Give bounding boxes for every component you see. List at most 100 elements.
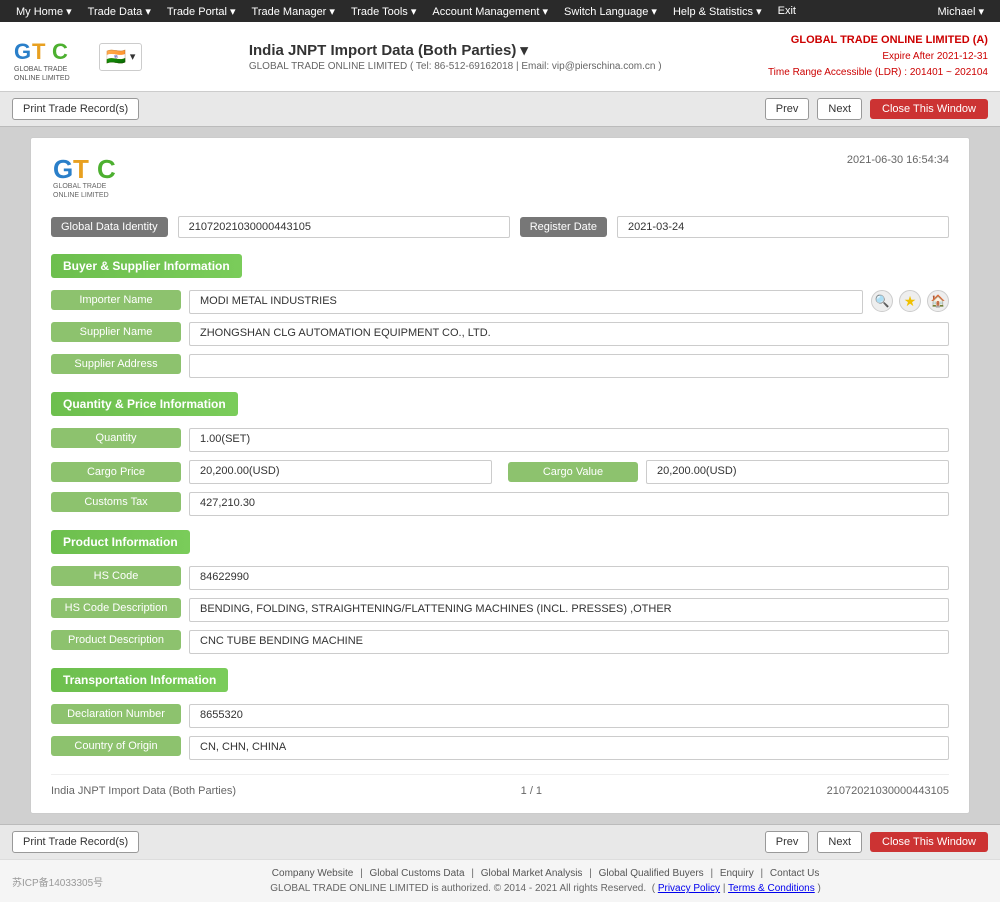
footer-page-info: 1 / 1: [521, 785, 542, 797]
nav-trade-data[interactable]: Trade Data ▾: [80, 2, 159, 21]
country-flag-selector[interactable]: 🇮🇳 ▾: [99, 43, 142, 71]
bottom-print-button[interactable]: Print Trade Record(s): [12, 831, 139, 853]
nav-switch-language[interactable]: Switch Language ▾: [556, 2, 665, 21]
cargo-price-col: Cargo Price 20,200.00(USD): [51, 460, 492, 484]
supplier-address-label: Supplier Address: [51, 354, 181, 374]
record-card: G T C GLOBAL TRADE ONLINE LIMITED 2021-0…: [30, 137, 970, 814]
product-header: Product Information: [51, 530, 190, 554]
print-button[interactable]: Print Trade Record(s): [12, 98, 139, 120]
expire-date: Expire After 2021-12-31: [768, 49, 988, 65]
gtc-logo: G T C GLOBAL TRADE ONLINE LIMITED: [12, 31, 87, 83]
transportation-header: Transportation Information: [51, 668, 228, 692]
company-name: GLOBAL TRADE ONLINE LIMITED (A): [768, 32, 988, 50]
search-company-icon[interactable]: 🔍: [871, 290, 893, 312]
buyer-supplier-section: Buyer & Supplier Information Importer Na…: [51, 254, 949, 378]
title-dropdown-icon[interactable]: ▾: [520, 41, 528, 59]
cargo-value-value: 20,200.00(USD): [646, 460, 949, 484]
supplier-name-label: Supplier Name: [51, 322, 181, 342]
svg-text:T: T: [73, 154, 89, 184]
header-left: G T C GLOBAL TRADE ONLINE LIMITED 🇮🇳 ▾: [12, 31, 142, 83]
customs-tax-value: 427,210.30: [189, 492, 949, 516]
supplier-address-value: [189, 354, 949, 378]
next-button[interactable]: Next: [817, 98, 862, 120]
svg-text:C: C: [97, 154, 116, 184]
importer-name-label: Importer Name: [51, 290, 181, 310]
card-header: G T C GLOBAL TRADE ONLINE LIMITED 2021-0…: [51, 154, 949, 202]
global-market-analysis-link[interactable]: Global Market Analysis: [481, 868, 583, 879]
flag-icon: 🇮🇳: [106, 47, 126, 67]
svg-text:G: G: [53, 154, 73, 184]
hs-code-row: HS Code 84622990: [51, 566, 949, 590]
customs-tax-label: Customs Tax: [51, 492, 181, 512]
supplier-address-row: Supplier Address: [51, 354, 949, 378]
country-of-origin-label: Country of Origin: [51, 736, 181, 756]
footer-record-id: 21072021030000443105: [827, 785, 949, 797]
quantity-row: Quantity 1.00(SET): [51, 428, 949, 452]
product-desc-value: CNC TUBE BENDING MACHINE: [189, 630, 949, 654]
nav-trade-manager[interactable]: Trade Manager ▾: [244, 2, 343, 21]
toolbar-right: Prev Next Close This Window: [765, 98, 988, 120]
header-right: GLOBAL TRADE ONLINE LIMITED (A) Expire A…: [768, 32, 988, 82]
bottom-close-window-button[interactable]: Close This Window: [870, 832, 988, 852]
register-date-label: Register Date: [520, 217, 607, 237]
contact-us-link[interactable]: Contact Us: [770, 868, 819, 879]
bottom-prev-button[interactable]: Prev: [765, 831, 810, 853]
record-timestamp: 2021-06-30 16:54:34: [847, 154, 949, 166]
quantity-label: Quantity: [51, 428, 181, 448]
hs-code-value: 84622990: [189, 566, 949, 590]
product-desc-label: Product Description: [51, 630, 181, 650]
top-navigation: My Home ▾ Trade Data ▾ Trade Portal ▾ Tr…: [0, 0, 1000, 22]
cargo-price-label: Cargo Price: [51, 462, 181, 482]
supplier-name-value: ZHONGSHAN CLG AUTOMATION EQUIPMENT CO., …: [189, 322, 949, 346]
transportation-section: Transportation Information Declaration N…: [51, 668, 949, 760]
bottom-toolbar: Print Trade Record(s) Prev Next Close Th…: [0, 824, 1000, 859]
global-customs-data-link[interactable]: Global Customs Data: [369, 868, 464, 879]
enquiry-link[interactable]: Enquiry: [720, 868, 754, 879]
country-of-origin-row: Country of Origin CN, CHN, CHINA: [51, 736, 949, 760]
buyer-icons: 🔍 ★ 🏠: [871, 290, 949, 312]
close-window-button[interactable]: Close This Window: [870, 99, 988, 119]
company-website-link[interactable]: Company Website: [272, 868, 354, 879]
nav-my-home[interactable]: My Home ▾: [8, 2, 80, 21]
flag-dropdown-icon: ▾: [130, 50, 136, 63]
hs-code-label: HS Code: [51, 566, 181, 586]
cargo-price-value: 20,200.00(USD): [189, 460, 492, 484]
page-title: India JNPT Import Data (Both Parties) ▾: [249, 41, 662, 59]
supplier-name-row: Supplier Name ZHONGSHAN CLG AUTOMATION E…: [51, 322, 949, 346]
footer-bottom: 苏ICP备14033305号 Company Website | Global …: [12, 868, 988, 894]
global-data-identity-label: Global Data Identity: [51, 217, 168, 237]
star-icon[interactable]: ★: [899, 290, 921, 312]
svg-text:ONLINE LIMITED: ONLINE LIMITED: [53, 192, 109, 199]
header-subtitle: GLOBAL TRADE ONLINE LIMITED ( Tel: 86-51…: [249, 61, 662, 72]
bottom-next-button[interactable]: Next: [817, 831, 862, 853]
footer-links: Company Website | Global Customs Data | …: [103, 868, 988, 879]
prev-button[interactable]: Prev: [765, 98, 810, 120]
nav-items: My Home ▾ Trade Data ▾ Trade Portal ▾ Tr…: [8, 2, 804, 21]
svg-text:GLOBAL TRADE: GLOBAL TRADE: [53, 183, 107, 190]
identity-row: Global Data Identity 2107202103000044310…: [51, 216, 949, 238]
product-section: Product Information HS Code 84622990 HS …: [51, 530, 949, 654]
card-footer: India JNPT Import Data (Both Parties) 1 …: [51, 774, 949, 797]
svg-text:GLOBAL TRADE: GLOBAL TRADE: [14, 66, 68, 73]
nav-trade-portal[interactable]: Trade Portal ▾: [159, 2, 244, 21]
hs-desc-label: HS Code Description: [51, 598, 181, 618]
buyer-supplier-header: Buyer & Supplier Information: [51, 254, 242, 278]
home-icon[interactable]: 🏠: [927, 290, 949, 312]
country-of-origin-value: CN, CHN, CHINA: [189, 736, 949, 760]
terms-conditions-link[interactable]: Terms & Conditions: [728, 883, 815, 894]
nav-account-management[interactable]: Account Management ▾: [424, 2, 556, 21]
footer-copyright: GLOBAL TRADE ONLINE LIMITED is authorize…: [103, 883, 988, 894]
privacy-policy-link[interactable]: Privacy Policy: [658, 883, 720, 894]
nav-exit[interactable]: Exit: [770, 2, 804, 21]
cargo-value-col: Cargo Value 20,200.00(USD): [508, 460, 949, 484]
user-menu[interactable]: Michael ▾: [930, 2, 992, 21]
nav-trade-tools[interactable]: Trade Tools ▾: [343, 2, 424, 21]
importer-name-row: Importer Name MODI METAL INDUSTRIES 🔍 ★ …: [51, 290, 949, 314]
header-center: India JNPT Import Data (Both Parties) ▾ …: [249, 41, 662, 72]
nav-help-statistics[interactable]: Help & Statistics ▾: [665, 2, 770, 21]
global-qualified-buyers-link[interactable]: Global Qualified Buyers: [599, 868, 704, 879]
top-toolbar: Print Trade Record(s) Prev Next Close Th…: [0, 92, 1000, 127]
svg-text:C: C: [52, 39, 68, 64]
time-range: Time Range Accessible (LDR) : 201401 ~ 2…: [768, 65, 988, 81]
main-content: G T C GLOBAL TRADE ONLINE LIMITED 2021-0…: [0, 127, 1000, 824]
